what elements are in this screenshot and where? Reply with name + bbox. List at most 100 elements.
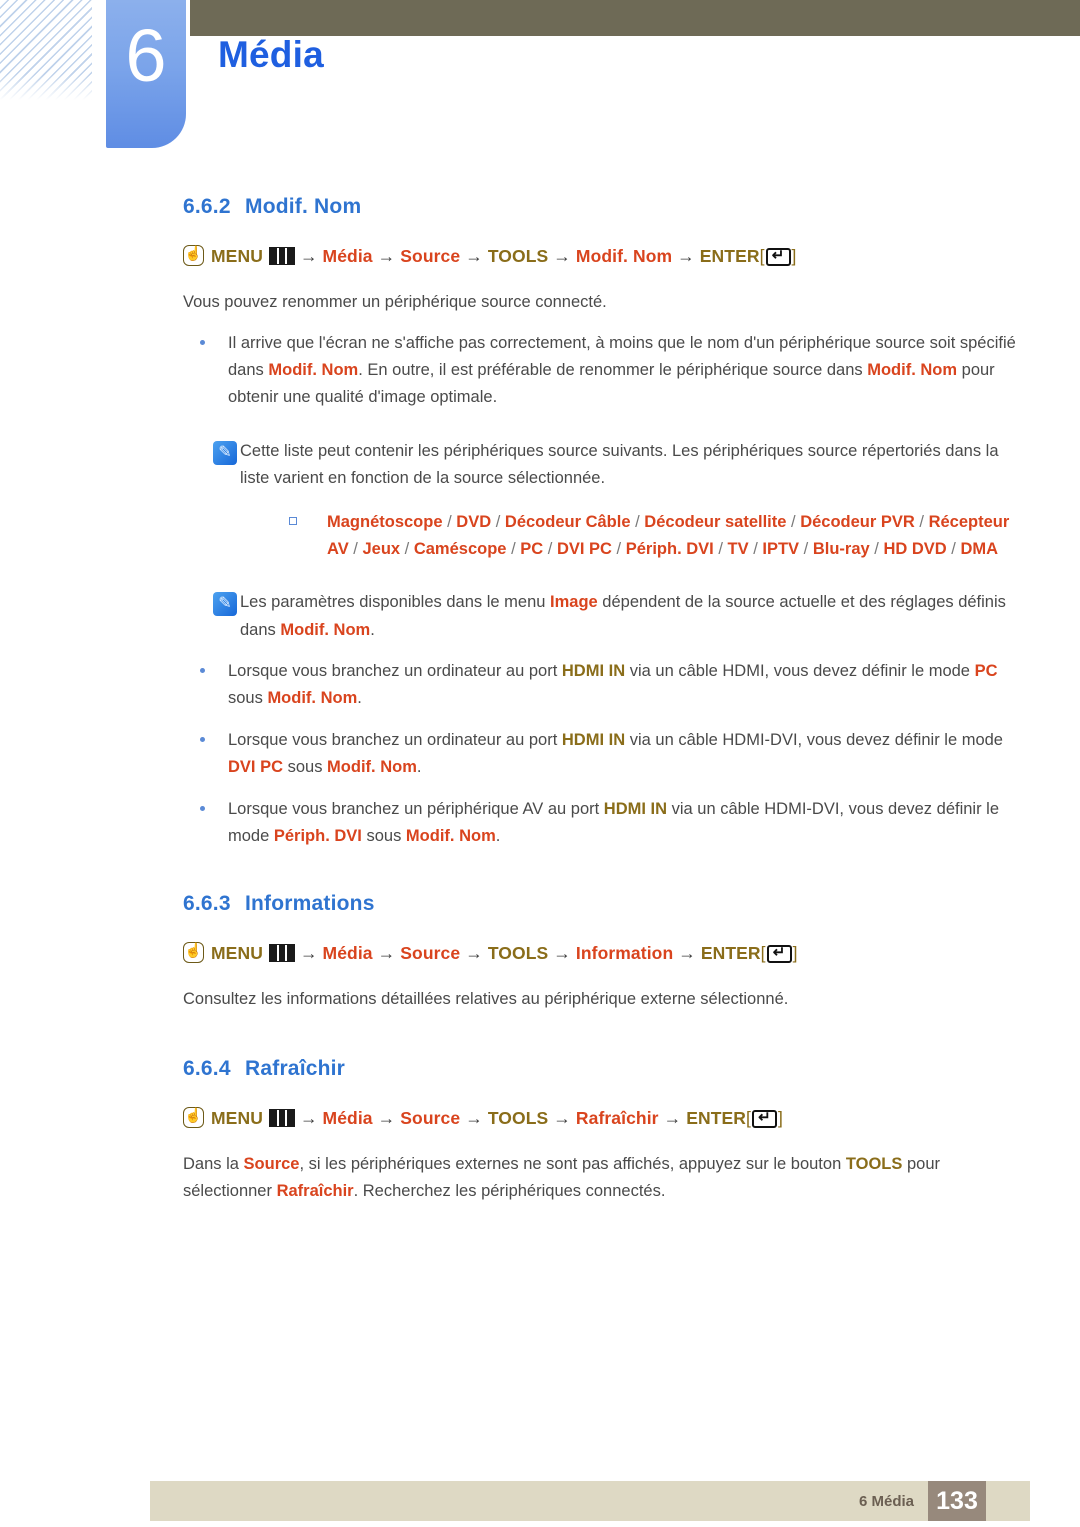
enter-label: ENTER [699,246,760,266]
bracket-open: [ [759,246,765,266]
menu-step-media: Média [322,1108,373,1129]
device-separator: / [748,539,763,558]
menu-step-tools: TOOLS [487,246,549,266]
arrow-icon: → [553,246,571,266]
text-run: Cette liste peut contenir les périphériq… [240,441,999,488]
section-number: 6.6.2 [183,195,231,218]
menu-label: MENU [211,246,263,266]
device-separator: / [630,512,645,531]
page-number-badge: 133 [928,1481,986,1521]
device-name: Décodeur satellite [644,512,787,531]
bracket-close: ] [791,246,797,266]
text-run: . Recherchez les périphériques connectés… [353,1181,666,1200]
header-bar [190,0,1080,36]
menu-step-information: Information [575,943,674,964]
menu-step-source: Source [400,246,461,266]
device-separator: / [914,512,929,531]
enter-label: ENTER [700,943,761,964]
menu-step-tools: TOOLS [487,943,549,964]
text-run: . En outre, il est préférable de renomme… [358,361,868,380]
section-body-664: Dans la Source, si les périphériques ext… [183,1151,1011,1204]
text-run: . [495,826,501,845]
device-name: Caméscope [413,539,507,558]
section-heading-664: 6.6.4 Rafraîchir [183,1057,1080,1081]
bracket-close: ] [792,943,798,964]
arrow-icon: → [678,943,696,964]
device-separator: / [506,539,521,558]
emphasis-run: Modif. Nom [405,826,496,845]
emphasis-run: DVI PC [228,758,284,777]
menu-step-media: Média [322,943,373,964]
menu-step-source: Source [400,1108,461,1129]
text-run: . [416,758,422,777]
emphasis-run: Modif. Nom [268,361,359,380]
hand-press-icon [183,243,204,266]
menu-label: MENU [211,943,263,964]
list-item: Il arrive que l'écran ne s'affiche pas c… [200,330,1018,412]
text-run: . [370,620,375,639]
enter-label: ENTER [686,1108,747,1129]
device-name: Décodeur Câble [504,512,631,531]
section-number: 6.6.3 [183,892,231,916]
arrow-icon: → [299,246,318,266]
bullet-text: Lorsque vous branchez un ordinateur au p… [228,731,1003,776]
section-intro-662: Vous pouvez renommer un périphérique sou… [183,293,607,311]
device-separator: / [611,539,626,558]
hand-press-icon [183,1105,204,1129]
page-footer: 6 Média 133 [150,1481,1030,1521]
device-list-text: Magnétoscope / DVD / Décodeur Câble / Dé… [327,513,1009,558]
device-separator: / [442,512,457,531]
note-device-list: Cette liste peut contenir les périphériq… [213,438,1018,493]
page-content: 6.6.2Modif. Nom MENU→Média→Source→TOOLS→… [0,195,1080,1205]
device-separator: / [348,539,363,558]
note-pencil-icon [213,440,237,465]
device-separator: / [799,539,813,558]
device-separator: / [543,539,557,558]
arrow-icon: → [299,1108,318,1129]
menu-step-tools: TOOLS [487,1108,549,1129]
bullet-text: Il arrive que l'écran ne s'affiche pas c… [228,334,1016,407]
bullet-text: Lorsque vous branchez un ordinateur au p… [228,662,997,707]
bullet-dot-icon [200,339,205,345]
menu-step-source: Source [400,943,461,964]
device-name: Magnétoscope [327,512,443,531]
list-item: Lorsque vous branchez un ordinateur au p… [200,658,1018,713]
text-run: sous [283,758,328,777]
device-separator: / [491,512,505,531]
text-run: via un câble HDMI, vous devez définir le… [625,662,975,681]
section-number: 6.6.4 [183,1057,231,1081]
text-run: Lorsque vous branchez un ordinateur au p… [228,662,562,681]
section-intro-663: Consultez les informations détaillées re… [183,990,789,1009]
arrow-icon: → [465,246,483,266]
menu-path-662: MENU→Média→Source→TOOLS→Modif. Nom→ENTER… [183,243,1080,267]
arrow-icon: → [465,1108,483,1129]
menu-bars-icon [268,247,295,265]
menu-bars-icon [268,944,295,963]
enter-key-icon [765,248,791,266]
text-run: . [357,689,362,708]
text-run: sous [228,689,268,708]
arrow-icon: → [377,943,396,964]
device-name: DVD [456,512,492,531]
text-run: sous [361,826,406,845]
device-name: Blu-ray [812,539,870,558]
section-heading-662: 6.6.2 Modif. Nom [183,195,1080,219]
square-bullet-icon [289,516,297,525]
emphasis-run: TOOLS [845,1155,903,1174]
manual-page: 6 Média 6.6.2Modif. Nom MENU→Média→Sourc… [0,0,1080,1527]
emphasis-run: Périph. DVI [273,826,362,845]
note-image-menu: Les paramètres disponibles dans le menu … [213,589,1018,644]
arrow-icon: → [377,246,396,266]
device-name: PC [520,539,544,558]
bracket-open: [ [746,1108,751,1129]
bracket-close: ] [777,1108,783,1129]
emphasis-run: HDMI IN [603,799,668,818]
bullet-list-662b: Lorsque vous branchez un ordinateur au p… [0,658,1080,850]
list-item: Lorsque vous branchez un périphérique AV… [200,796,1018,851]
menu-step-modif-nom: Modif. Nom [575,246,673,266]
footer-chapter-label: 6 Média [858,1492,914,1510]
menu-path-664: MENU→Média→Source→TOOLS→Rafraîchir→ENTER… [183,1105,1080,1129]
emphasis-run: HDMI IN [561,730,626,749]
device-name: IPTV [762,539,800,558]
device-name: Décodeur PVR [800,512,915,531]
